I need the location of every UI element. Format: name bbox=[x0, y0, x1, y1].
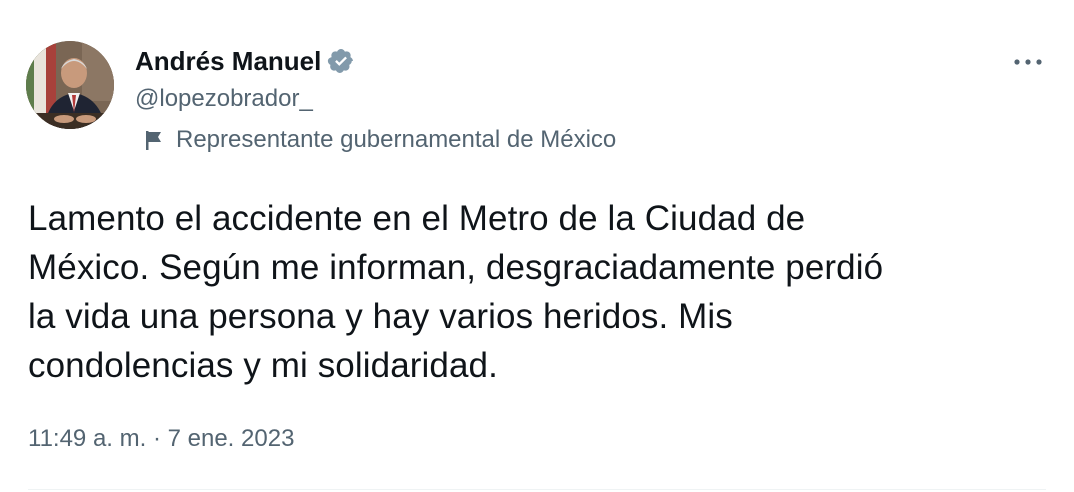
flag-icon bbox=[144, 129, 164, 151]
avatar-image bbox=[26, 41, 114, 129]
government-label-text: Representante gubernamental de México bbox=[176, 126, 617, 153]
tweet-text: Lamento el accidente en el Metro de la C… bbox=[28, 194, 1048, 390]
tweet-text-line: condolencias y mi solidaridad. bbox=[28, 346, 498, 385]
tweet-timestamp[interactable]: 11:49 a. m. · 7 ene. 2023 bbox=[28, 425, 294, 453]
verified-badge-icon bbox=[327, 47, 355, 75]
avatar[interactable] bbox=[26, 41, 114, 129]
tweet-time[interactable]: 11:49 a. m. bbox=[28, 425, 146, 453]
author-display-name[interactable]: Andrés Manuel bbox=[135, 46, 321, 77]
government-label[interactable]: Representante gubernamental de México bbox=[144, 124, 616, 156]
tweet-date[interactable]: 7 ene. 2023 bbox=[168, 425, 295, 453]
tweet-text-line: Lamento el accidente en el Metro de la C… bbox=[28, 199, 806, 238]
tweet-text-line: la vida una persona y hay varios heridos… bbox=[28, 297, 733, 336]
meta-separator: · bbox=[146, 425, 168, 452]
more-horizontal-icon bbox=[1014, 59, 1042, 65]
divider bbox=[28, 489, 1046, 490]
tweet-text-line: México. Según me informan, desgraciadame… bbox=[28, 248, 884, 287]
author-handle[interactable]: @lopezobrador_ bbox=[135, 85, 313, 113]
more-options-button[interactable] bbox=[1010, 48, 1046, 76]
author-name-row[interactable]: Andrés Manuel bbox=[135, 44, 355, 78]
